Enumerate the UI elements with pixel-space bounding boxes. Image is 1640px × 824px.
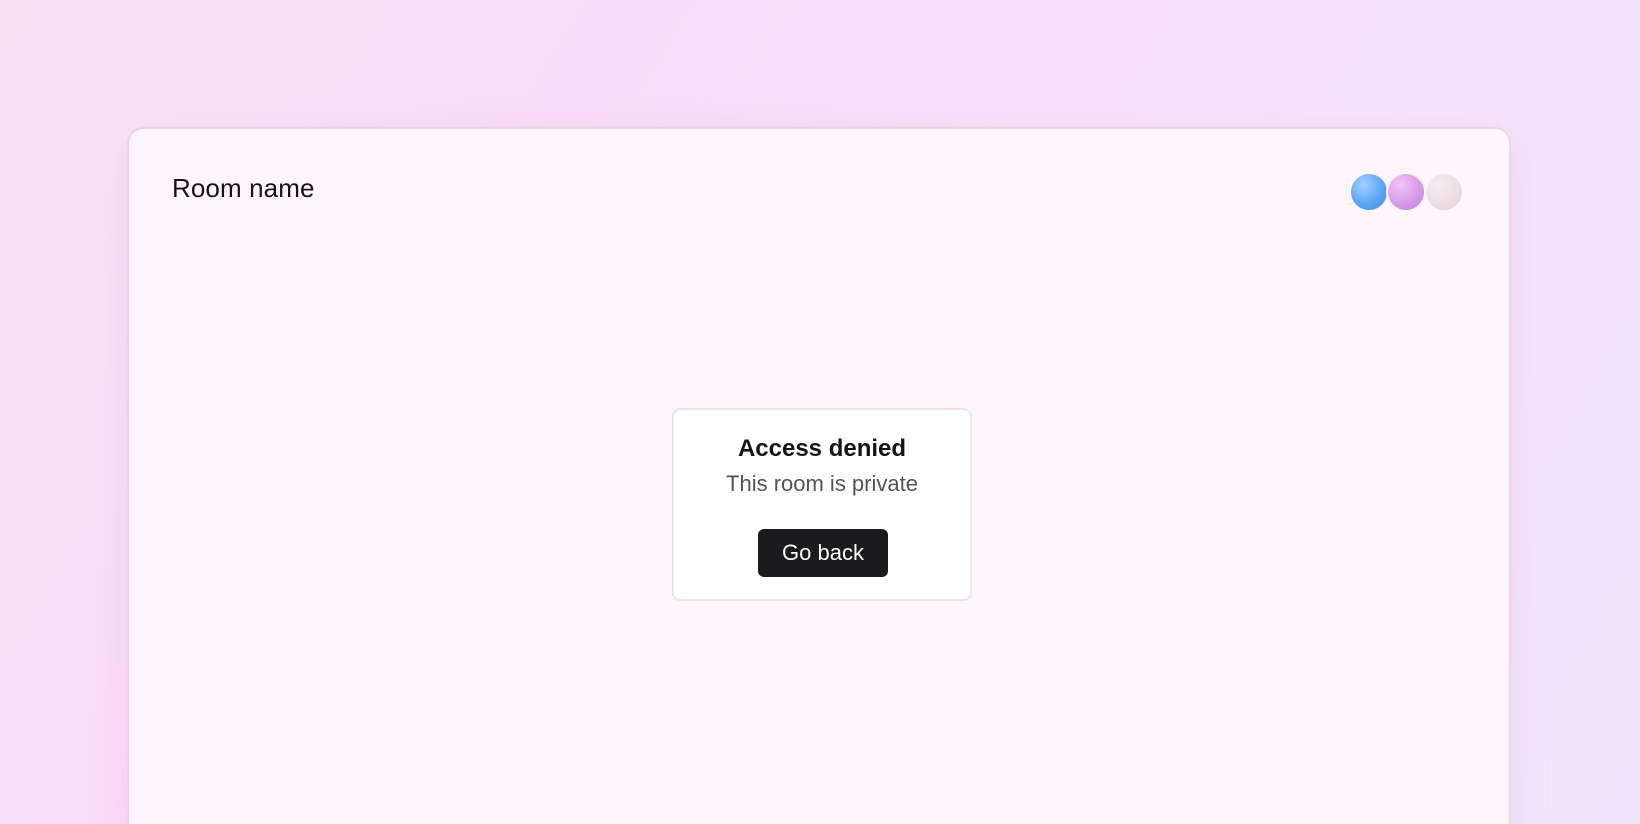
go-back-button[interactable]: Go back [758, 529, 888, 577]
dialog-message: This room is private [726, 471, 918, 496]
dialog-title: Access denied [737, 435, 907, 462]
avatar[interactable] [1424, 172, 1464, 212]
participant-avatars [1349, 172, 1466, 212]
room-title: Room name [172, 173, 315, 203]
access-denied-dialog: Access denied This room is private Go ba… [672, 408, 972, 601]
room-window: Room name Access denied This room is pri… [127, 127, 1511, 824]
avatar[interactable] [1349, 172, 1389, 212]
avatar[interactable] [1386, 172, 1426, 212]
